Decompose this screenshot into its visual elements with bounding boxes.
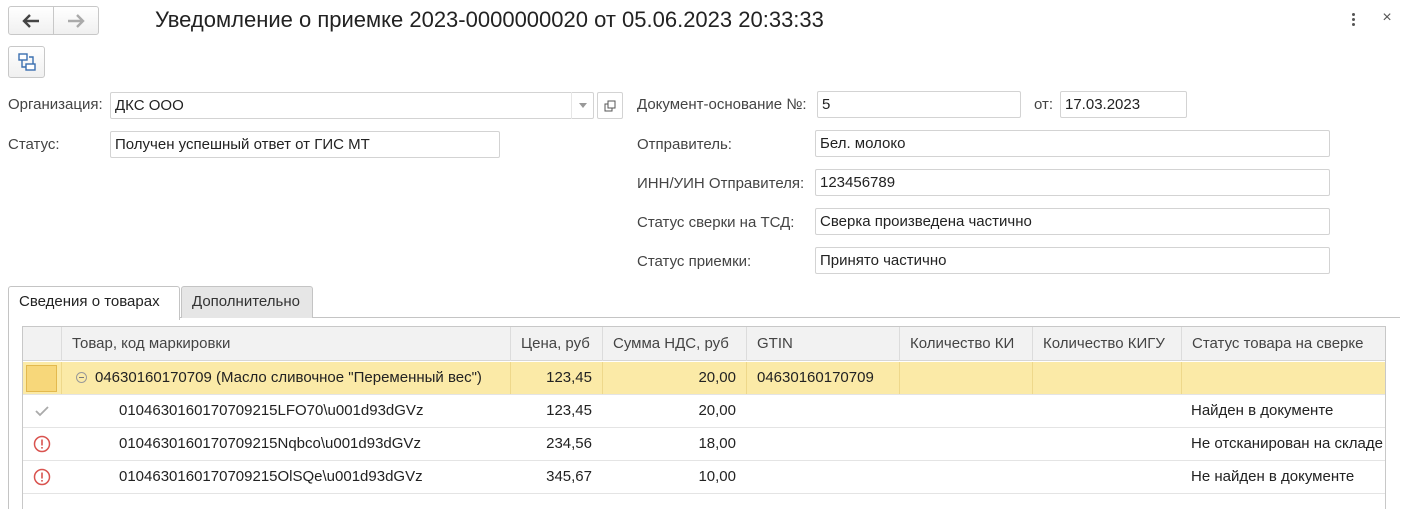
gtin-cell (746, 395, 899, 427)
tsd-status-field[interactable]: Сверка произведена частично (815, 208, 1330, 235)
qty-kigu-cell (1032, 461, 1181, 493)
kebab-menu-icon[interactable] (1345, 8, 1361, 30)
price-cell: 123,45 (546, 402, 592, 419)
checkmark-icon (35, 406, 49, 417)
warning-circle-icon (33, 435, 51, 453)
product-cell: 0104630160170709215Nqbco\u001d93dGVz (119, 435, 421, 452)
organization-field[interactable]: ДКС ООО (110, 92, 594, 119)
document-structure-icon (17, 53, 36, 71)
sender-inn-label: ИНН/УИН Отправителя: (637, 175, 805, 192)
forward-button[interactable] (53, 7, 98, 34)
gtin-cell (746, 428, 899, 460)
sender-inn-field[interactable]: 123456789 (815, 169, 1330, 196)
column-header-qty-kigu[interactable]: Количество КИГУ (1032, 327, 1181, 361)
column-header-icon (23, 327, 61, 361)
vat-cell: 18,00 (698, 435, 736, 452)
qty-kigu-cell (1032, 428, 1181, 460)
price-cell: 123,45 (510, 362, 602, 394)
table-header: Товар, код маркировки Цена, руб Сумма НД… (23, 327, 1385, 361)
chevron-down-icon[interactable] (571, 92, 593, 119)
vat-cell: 20,00 (698, 402, 736, 419)
price-cell: 345,67 (546, 468, 592, 485)
qty-ki-cell (899, 461, 1032, 493)
base-doc-date-field[interactable]: 17.03.2023 (1060, 91, 1187, 118)
organization-label: Организация: (8, 96, 103, 113)
status-cell: Не отсканирован на складе (1191, 435, 1383, 452)
document-structure-button[interactable] (8, 46, 45, 78)
column-header-qty-ki[interactable]: Количество КИ (899, 327, 1032, 361)
acceptance-status-label: Статус приемки: (637, 253, 752, 270)
arrow-left-icon (22, 13, 39, 28)
column-header-vat[interactable]: Сумма НДС, руб (602, 327, 746, 361)
navigation-buttons (8, 6, 99, 35)
vat-cell: 10,00 (698, 468, 736, 485)
price-cell: 234,56 (546, 435, 592, 452)
status-cell: Не найден в документе (1191, 468, 1355, 485)
page-title: Уведомление о приемке 2023-0000000020 от… (155, 7, 824, 32)
column-header-price[interactable]: Цена, руб (510, 327, 602, 361)
row-selection-marker (26, 365, 57, 392)
open-window-icon (604, 100, 616, 111)
product-cell: 0104630160170709215LFO70\u001d93dGVz (119, 402, 424, 419)
table-row[interactable]: 04630160170709 (Масло сливочное "Перемен… (23, 362, 1385, 395)
qty-kigu-cell (1032, 395, 1181, 427)
open-organization-button[interactable] (597, 92, 623, 119)
base-doc-label: Документ-основание №: (637, 96, 807, 113)
status-field[interactable]: Получен успешный ответ от ГИС МТ (110, 131, 500, 158)
acceptance-status-field[interactable]: Принято частично (815, 247, 1330, 274)
goods-table: Товар, код маркировки Цена, руб Сумма НД… (22, 326, 1386, 509)
close-icon[interactable]: × (1378, 7, 1396, 29)
product-cell: 04630160170709 (Масло сливочное "Перемен… (95, 369, 482, 386)
table-row[interactable]: 0104630160170709215OlSQe\u001d93dGVz 345… (23, 461, 1385, 494)
qty-ki-cell (899, 395, 1032, 427)
sender-label: Отправитель: (637, 136, 732, 153)
vat-cell: 20,00 (602, 362, 746, 394)
column-header-product[interactable]: Товар, код маркировки (61, 327, 510, 361)
status-label: Статус: (8, 136, 60, 153)
column-header-gtin[interactable]: GTIN (746, 327, 899, 361)
product-cell: 0104630160170709215OlSQe\u001d93dGVz (119, 468, 423, 485)
sender-field[interactable]: Бел. молоко (815, 130, 1330, 157)
tsd-status-label: Статус сверки на ТСД: (637, 214, 795, 231)
tab-goods-info[interactable]: Сведения о товарах (8, 286, 180, 320)
gtin-cell (746, 461, 899, 493)
warning-circle-icon (33, 468, 51, 486)
qty-ki-cell (899, 428, 1032, 460)
column-header-status[interactable]: Статус товара на сверке (1181, 327, 1385, 361)
arrow-right-icon (68, 13, 85, 28)
table-row[interactable]: 0104630160170709215LFO70\u001d93dGVz 123… (23, 395, 1385, 428)
table-row[interactable]: 0104630160170709215Nqbco\u001d93dGVz 234… (23, 428, 1385, 461)
back-button[interactable] (9, 7, 53, 34)
status-cell (1181, 362, 1385, 394)
qty-ki-cell (899, 362, 1032, 394)
tab-additional[interactable]: Дополнительно (181, 286, 313, 318)
collapse-icon[interactable] (76, 372, 87, 383)
base-doc-number-field[interactable]: 5 (817, 91, 1021, 118)
qty-kigu-cell (1032, 362, 1181, 394)
status-cell: Найден в документе (1191, 402, 1334, 419)
gtin-cell: 04630160170709 (746, 362, 899, 394)
base-doc-date-label: от: (1034, 96, 1054, 113)
